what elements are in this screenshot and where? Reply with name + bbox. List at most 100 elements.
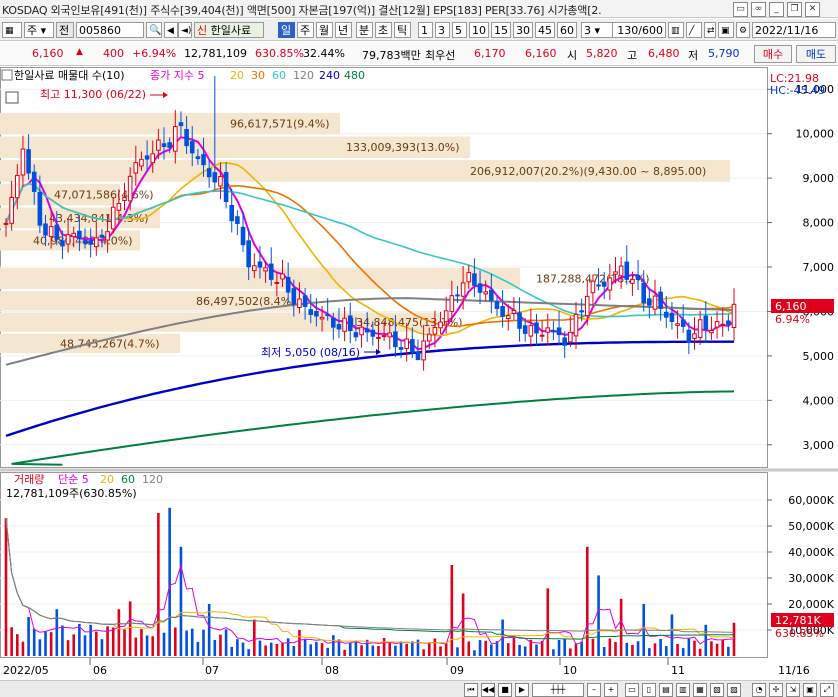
expand-icon[interactable]: ⤢ (820, 683, 834, 697)
volume-bar (253, 619, 256, 656)
stop-icon[interactable]: ■ (498, 683, 512, 697)
zoom-out-icon[interactable]: – (587, 683, 601, 697)
view-7-icon[interactable]: ▨ (727, 683, 741, 697)
candle-body (624, 261, 630, 280)
candle-body (291, 288, 297, 305)
prev-button[interactable]: 전 (56, 22, 74, 38)
candle-body (675, 323, 680, 326)
candle-body (596, 284, 601, 287)
chart-type-icon[interactable]: ▥ (668, 22, 684, 38)
volume-bar (518, 644, 521, 656)
view-3-icon[interactable]: ▤ (659, 683, 673, 697)
view-1-icon[interactable]: ▭ (625, 683, 639, 697)
period-second[interactable]: 초 (375, 22, 392, 38)
low-annotation: 최저 5,050 (08/16) (261, 346, 360, 359)
volume-bar (219, 634, 222, 656)
print-icon[interactable]: ▣ (803, 683, 817, 697)
candle-body (505, 315, 511, 319)
interval-5[interactable]: 5 (452, 22, 467, 38)
candle-body (178, 122, 184, 127)
volume-bar (569, 648, 572, 656)
interval-1[interactable]: 1 (418, 22, 433, 38)
volume-bar (49, 632, 53, 656)
period-year[interactable]: 년 (335, 22, 352, 38)
candle-body (167, 142, 172, 148)
candle-body (613, 271, 618, 275)
candle-body (77, 230, 82, 239)
interval-60[interactable]: 60 (557, 22, 577, 38)
period-week[interactable]: 주 (297, 22, 314, 38)
stock-chart[interactable]: 48,745,267(4.7%)134,848,475(13.1%)86,497… (0, 67, 838, 680)
interval-15[interactable]: 15 (491, 22, 511, 38)
view-2-icon[interactable]: ▯ (642, 683, 656, 697)
zoom-in-icon[interactable]: + (604, 683, 618, 697)
compare-icon[interactable]: ⇄ (704, 22, 716, 38)
candle-body (466, 272, 472, 283)
save-icon[interactable]: ▣ (718, 22, 734, 38)
period-day[interactable]: 일 (278, 22, 295, 38)
panel-grid-icon[interactable]: ▦ (2, 22, 22, 38)
interval-3[interactable]: 3 (435, 22, 450, 38)
volume-bar (698, 648, 702, 656)
prev-arrow-icon[interactable]: ◀ (164, 22, 178, 38)
interval-45[interactable]: 45 (535, 22, 555, 38)
view-6-icon[interactable]: ▧ (710, 683, 724, 697)
volume-bar (461, 593, 465, 656)
candle-body (297, 298, 302, 309)
minimize-icon[interactable]: _ (769, 2, 784, 17)
period-minute[interactable]: 분 (356, 22, 373, 38)
forward-icon[interactable]: ▶ (515, 683, 529, 697)
volume-bar (631, 644, 634, 656)
volume-ma-label: 단순 5 (58, 473, 89, 486)
volume-bar (535, 644, 538, 656)
volume-bar (422, 649, 425, 656)
volume-tick-label: 30,000K (788, 572, 834, 585)
candle-body (449, 295, 455, 312)
volume-bar (111, 627, 115, 656)
volume-bar (264, 645, 267, 656)
volume-bar (348, 642, 352, 656)
sell-button[interactable]: 매도 (796, 45, 836, 63)
view-4-icon[interactable]: ▥ (676, 683, 690, 697)
candle-body (731, 303, 737, 328)
volume-value: 12,781,109 (184, 47, 247, 60)
volume-tick-label: 60,000K (788, 494, 834, 507)
count-input[interactable]: 130/600 (612, 22, 666, 38)
date-input[interactable]: 2022/11/16 (752, 22, 836, 38)
settings-icon[interactable]: ◔ (752, 683, 766, 697)
measure-icon[interactable]: ⇲ (786, 683, 800, 697)
calculator-icon[interactable] (5, 91, 19, 104)
period-month[interactable]: 월 (316, 22, 333, 38)
interval-10[interactable]: 10 (469, 22, 489, 38)
menu-dropdown[interactable]: 주 ▾ (24, 22, 54, 38)
stock-name-field[interactable]: 신 한일사료 (194, 22, 264, 38)
gear-icon[interactable]: ⚙ (736, 22, 750, 38)
collapse-icon[interactable] (1, 69, 13, 81)
view-5-icon[interactable]: ▦ (693, 683, 707, 697)
candle-body (398, 347, 404, 350)
scroll-slider[interactable]: ┼┼┼ (532, 683, 584, 697)
restore-icon[interactable]: ❐ (787, 2, 802, 17)
search-icon[interactable]: 🔍 (146, 22, 162, 38)
buy-button[interactable]: 매수 (754, 45, 792, 63)
candle-body (133, 162, 139, 174)
period-tick[interactable]: 틱 (394, 22, 411, 38)
first-icon[interactable]: ⏮ (464, 683, 478, 697)
window-icon[interactable]: ▭ (733, 2, 748, 17)
candle-body (443, 310, 449, 323)
rewind-icon[interactable]: ◀◀ (481, 683, 495, 697)
volume-bar (303, 638, 307, 656)
best-ask-price: 6,170 (474, 47, 506, 60)
candle-body (534, 322, 539, 334)
volume-bar (117, 609, 121, 656)
volume-bar (140, 629, 143, 656)
speaker-icon[interactable]: ◄) (178, 22, 192, 38)
crosshair-icon[interactable]: ✢ (769, 683, 783, 697)
close-icon[interactable]: ✕ (805, 2, 820, 17)
lock-icon[interactable]: ∞ (751, 2, 766, 17)
volume-bar (179, 546, 183, 656)
candle-body (489, 289, 494, 301)
stock-code-input[interactable]: 005860 (76, 22, 144, 38)
draw-line-icon[interactable]: ╱ (686, 22, 702, 38)
interval-30[interactable]: 30 (513, 22, 533, 38)
